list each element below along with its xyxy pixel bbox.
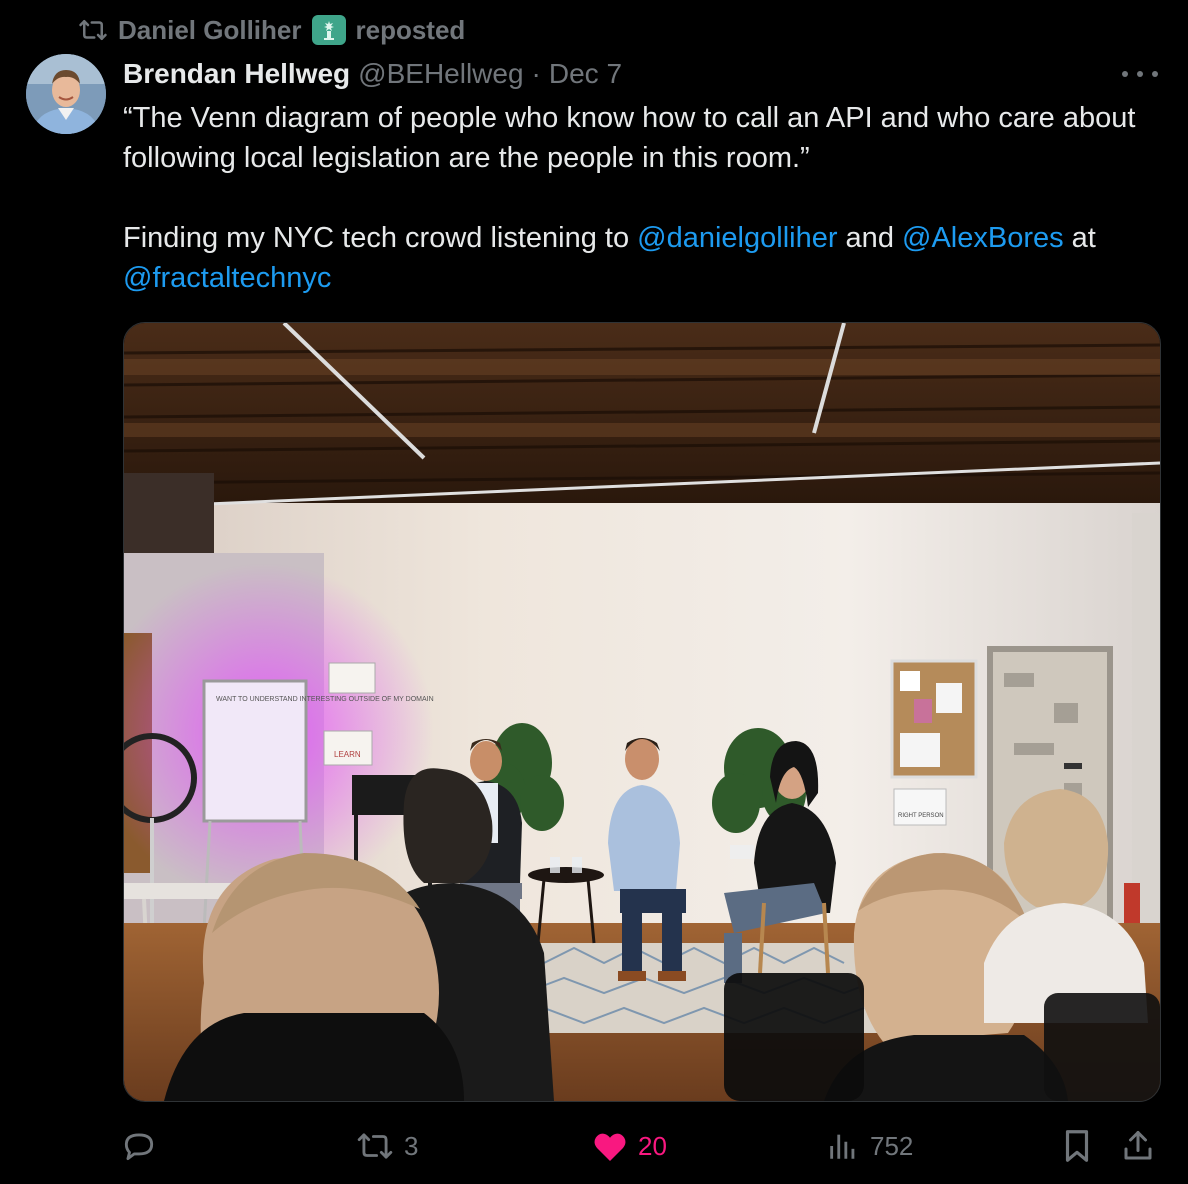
tweet-text-line: Finding my NYC tech crowd listening to @… <box>123 218 1163 298</box>
repost-button[interactable]: 3 <box>356 1118 418 1174</box>
like-button[interactable]: 20 <box>592 1118 667 1174</box>
tweet-header: Brendan Hellweg @BEHellweg · Dec 7 <box>123 54 622 94</box>
share-icon <box>1120 1127 1156 1165</box>
reply-icon <box>120 1127 158 1165</box>
whiteboard-text: WANT TO UNDERSTAND INTERESTING OUTSIDE O… <box>216 696 434 703</box>
text-segment: at <box>1063 222 1096 254</box>
like-count: 20 <box>638 1130 667 1161</box>
tweet-text: “The Venn diagram of people who know how… <box>123 98 1163 298</box>
quote-text: “The Venn diagram of people who know how… <box>123 102 1136 174</box>
repost-context: Daniel Golliher reposted <box>78 12 465 48</box>
repost-count: 3 <box>404 1130 419 1161</box>
action-bar: 3 20 752 <box>0 1118 1188 1174</box>
learn-sign: LEARN <box>334 750 361 759</box>
statue-of-liberty-icon <box>311 15 346 45</box>
tweet[interactable]: Daniel Golliher reposted Brendan Hellweg… <box>0 0 1188 1184</box>
separator: · <box>531 58 541 89</box>
views-button[interactable]: 752 <box>826 1118 913 1174</box>
avatar[interactable] <box>26 54 106 134</box>
tweet-photo[interactable]: WANT TO UNDERSTAND INTERESTING OUTSIDE O… <box>123 322 1161 1102</box>
bookmark-icon <box>1060 1127 1094 1165</box>
bookmark-button[interactable] <box>1060 1118 1094 1174</box>
author-handle[interactable]: @BEHellweg <box>358 58 523 90</box>
share-button[interactable] <box>1120 1118 1156 1174</box>
reply-button[interactable] <box>120 1118 168 1174</box>
repost-label: reposted <box>355 14 466 45</box>
views-count: 752 <box>870 1130 914 1161</box>
author-name[interactable]: Brendan Hellweg <box>123 58 350 90</box>
more-options-icon[interactable] <box>1122 62 1158 86</box>
text-segment: Finding my NYC tech crowd listening to <box>123 222 638 254</box>
repost-icon <box>356 1129 394 1163</box>
text-segment: and <box>837 222 902 254</box>
photo-illustration: WANT TO UNDERSTAND INTERESTING OUTSIDE O… <box>124 323 1160 1101</box>
mention-link[interactable]: @AlexBores <box>902 222 1064 254</box>
right-person-sign: RIGHT PERSON <box>898 813 944 819</box>
repost-user[interactable]: Daniel Golliher <box>118 15 302 46</box>
views-icon <box>826 1129 860 1163</box>
mention-link[interactable]: @fractaltechnyc <box>123 262 331 294</box>
tweet-date[interactable]: Dec 7 <box>549 58 622 90</box>
mention-link[interactable]: @danielgolliher <box>637 222 837 254</box>
heart-icon <box>592 1129 628 1163</box>
repost-icon <box>78 17 108 43</box>
